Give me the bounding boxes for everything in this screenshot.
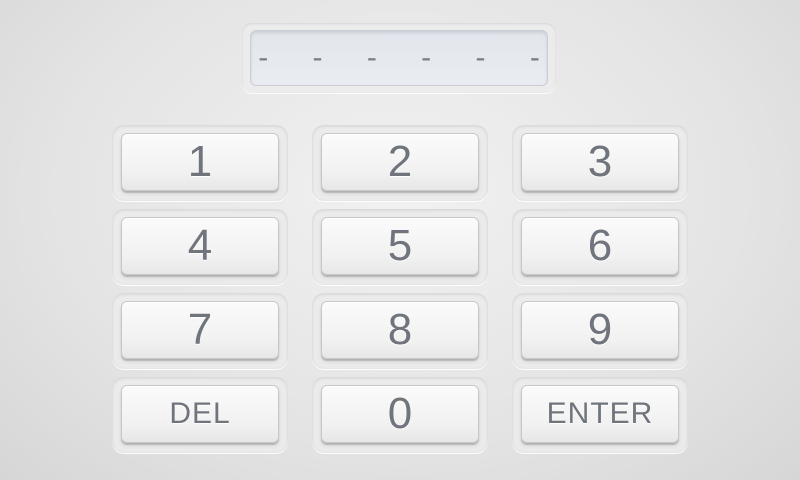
key-1-button[interactable]: 1 <box>121 133 279 191</box>
key-9-label: 9 <box>587 305 613 354</box>
key-2-label: 2 <box>387 137 413 186</box>
key-4-label: 4 <box>187 221 213 270</box>
key-7-label: 7 <box>187 305 213 354</box>
key-0-button[interactable]: 0 <box>321 385 479 443</box>
key-well-3: 3 <box>512 125 688 201</box>
key-well-6: 6 <box>512 209 688 285</box>
key-9-button[interactable]: 9 <box>521 301 679 359</box>
key-well-4: 4 <box>112 209 288 285</box>
key-1-label: 1 <box>187 137 213 186</box>
key-4-button[interactable]: 4 <box>121 217 279 275</box>
enter-button[interactable]: ENTER <box>521 385 679 443</box>
key-well-7: 7 <box>112 293 288 369</box>
key-well-del: DEL <box>112 377 288 453</box>
key-well-1: 1 <box>112 125 288 201</box>
key-3-button[interactable]: 3 <box>521 133 679 191</box>
key-2-button[interactable]: 2 <box>321 133 479 191</box>
pin-display-screen: - - - - - - <box>250 30 548 86</box>
key-well-5: 5 <box>312 209 488 285</box>
key-5-button[interactable]: 5 <box>321 217 479 275</box>
key-8-label: 8 <box>387 305 413 354</box>
key-well-8: 8 <box>312 293 488 369</box>
key-well-0: 0 <box>312 377 488 453</box>
key-7-button[interactable]: 7 <box>121 301 279 359</box>
key-5-label: 5 <box>387 221 413 270</box>
key-well-9: 9 <box>512 293 688 369</box>
key-well-enter: ENTER <box>512 377 688 453</box>
enter-label: ENTER <box>546 397 654 430</box>
key-6-label: 6 <box>587 221 613 270</box>
key-well-2: 2 <box>312 125 488 201</box>
key-0-label: 0 <box>387 389 413 438</box>
pin-display-value: - - - - - - <box>258 41 558 74</box>
key-3-label: 3 <box>587 137 613 186</box>
delete-label: DEL <box>169 397 231 430</box>
delete-button[interactable]: DEL <box>121 385 279 443</box>
key-6-button[interactable]: 6 <box>521 217 679 275</box>
pin-display: - - - - - - <box>242 23 556 93</box>
key-8-button[interactable]: 8 <box>321 301 479 359</box>
